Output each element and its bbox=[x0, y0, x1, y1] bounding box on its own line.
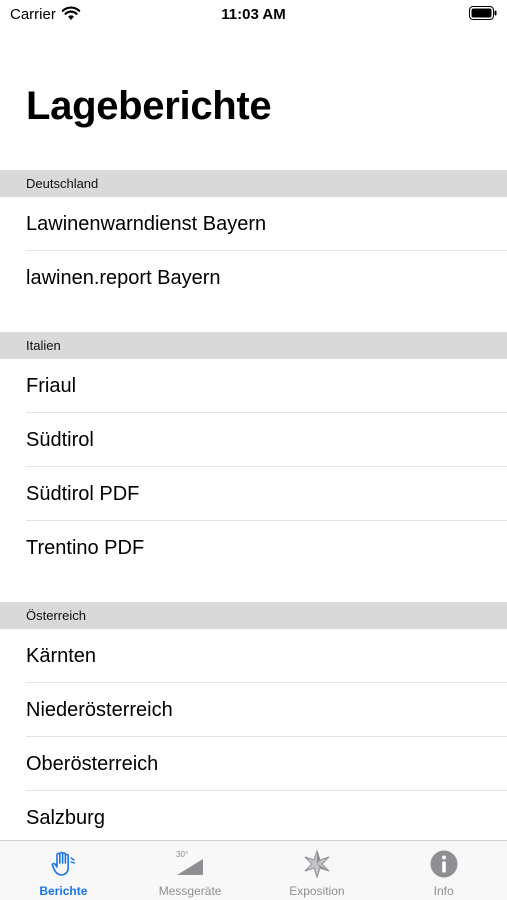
tab-berichte[interactable]: Berichte bbox=[0, 841, 127, 900]
battery-icon bbox=[469, 6, 497, 20]
tab-label: Berichte bbox=[39, 884, 88, 898]
list-item[interactable]: Friaul bbox=[0, 359, 507, 413]
section-header-deutschland: Deutschland bbox=[0, 170, 507, 197]
page-title: Lageberichte bbox=[26, 84, 272, 128]
list-item[interactable]: Salzburg bbox=[0, 791, 507, 845]
slope-icon: 30° bbox=[176, 850, 204, 875]
tab-bar: Berichte 30° Messgeräte Exposition Info bbox=[0, 840, 507, 900]
status-bar: Carrier 11:03 AM bbox=[0, 0, 507, 30]
tab-info[interactable]: Info bbox=[380, 841, 507, 900]
section-header-oesterreich: Österreich bbox=[0, 602, 507, 629]
hand-icon bbox=[51, 851, 76, 876]
list-item[interactable]: Trentino PDF bbox=[0, 521, 507, 575]
list-item[interactable]: Südtirol PDF bbox=[0, 467, 507, 521]
list-item[interactable]: Oberösterreich bbox=[0, 737, 507, 791]
tab-label: Exposition bbox=[289, 884, 345, 898]
tab-exposition[interactable]: Exposition bbox=[254, 841, 381, 900]
clock-label: 11:03 AM bbox=[221, 6, 286, 23]
slope-angle-text: 30° bbox=[176, 850, 188, 859]
info-icon bbox=[430, 850, 458, 878]
list-item[interactable]: Kärnten bbox=[0, 629, 507, 683]
list-item[interactable]: Lawinenwarndienst Bayern bbox=[0, 197, 507, 251]
compass-rose-icon bbox=[304, 849, 330, 879]
list-item[interactable]: Südtirol bbox=[0, 413, 507, 467]
report-list: Deutschland Lawinenwarndienst Bayern law… bbox=[0, 170, 507, 845]
tab-messgeraete[interactable]: 30° Messgeräte bbox=[127, 841, 254, 900]
tab-label: Messgeräte bbox=[158, 884, 222, 898]
list-item[interactable]: Niederösterreich bbox=[0, 683, 507, 737]
list-item[interactable]: lawinen.report Bayern bbox=[0, 251, 507, 305]
section-header-italien: Italien bbox=[0, 332, 507, 359]
tab-label: Info bbox=[433, 884, 454, 898]
